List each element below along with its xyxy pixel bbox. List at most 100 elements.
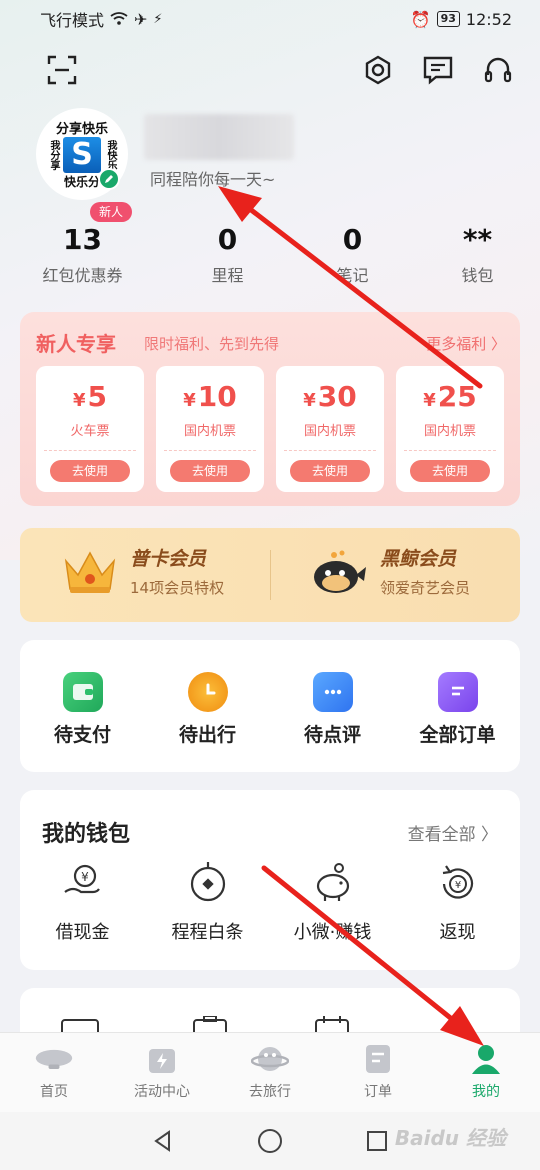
wallet-item-label: 小微·赚钱 [293,922,372,943]
wallet-earn-money[interactable]: 小微·赚钱 [270,860,395,944]
order-label: 待点评 [303,724,361,746]
coupon-card[interactable]: ¥25 国内机票 去使用 [396,366,504,492]
planet-icon [250,1041,290,1077]
tab-home[interactable]: 首页 [0,1033,108,1112]
coupon-card[interactable]: ¥5 火车票 去使用 [36,366,144,492]
id-card-icon [61,1019,99,1032]
avatar-text-right: 我快乐 [105,140,116,170]
stat-value: 13 [63,223,102,256]
coupon-currency: ¥ [183,390,196,411]
coupon-card[interactable]: ¥30 国内机票 去使用 [276,366,384,492]
wallet-view-all-link[interactable]: 查看全部 〉 [408,820,498,845]
alarm-icon: ⏰ [410,9,431,29]
message-icon[interactable] [420,52,456,88]
coin-icon [190,862,225,902]
wallet-baitiao[interactable]: 程程白条 [145,860,270,944]
cashback-icon: ¥ [442,865,473,899]
wifi-icon [110,12,128,25]
crown-icon [64,551,116,593]
use-coupon-button[interactable]: 去使用 [50,460,130,482]
luggage-icon [193,1016,227,1032]
use-coupon-button[interactable]: 去使用 [410,460,490,482]
profile-slogan: 同程陪你每一天~ [150,170,276,189]
tab-travel[interactable]: 去旅行 [216,1033,324,1112]
membership-divider [270,550,271,600]
airship-icon [34,1041,74,1077]
order-label: 待支付 [53,724,111,746]
battery-indicator: 93 [436,11,460,27]
tab-label: 首页 [40,1084,68,1100]
coupon-divider [44,450,136,451]
settings-icon[interactable] [360,52,396,88]
cash-hand-icon: ¥ [63,864,100,894]
order-pending-review[interactable]: 待点评 [270,640,395,772]
watermark-logo: Baidu 经验 [394,1126,506,1150]
tab-mine[interactable]: 我的 [432,1033,540,1112]
order-label: 全部订单 [419,724,496,746]
membership-subtitle: 14项会员特权 [130,579,225,597]
wallet-borrow-cash[interactable]: ¥ 借现金 [20,860,145,944]
avatar-text-top: 分享快乐 [55,122,108,137]
new-user-badge: 新人 [90,202,132,222]
edit-avatar-icon[interactable] [98,168,120,190]
order-all[interactable]: 全部订单 [395,640,520,772]
use-coupon-button[interactable]: 去使用 [290,460,370,482]
order-doc-icon [358,1041,398,1077]
signal-off-icon: ⚡ [153,11,163,27]
membership-subtitle: 领爱奇艺会员 [380,579,471,597]
membership-card: 普卡会员 14项会员特权 黑鲸会员 领爱奇艺会员 [20,528,520,622]
tab-activity-center[interactable]: 活动中心 [108,1033,216,1112]
wallet-card: 我的钱包 查看全部 〉 ¥ 借现金 程程白条 小微·赚钱 ¥ 返现 [20,790,520,970]
use-coupon-button[interactable]: 去使用 [170,460,250,482]
stat-wallet[interactable]: ** 钱包 [415,222,540,286]
coupon-amount: 10 [197,380,237,413]
wallet-item-label: 程程白条 [171,922,244,943]
tab-label: 我的 [472,1084,500,1100]
back-icon[interactable] [151,1129,175,1153]
coupon-type: 国内机票 [423,424,476,439]
scan-icon[interactable] [44,52,80,88]
wallet-item-label: 返现 [439,922,476,943]
tab-label: 活动中心 [134,1084,190,1100]
coupon-type: 火车票 [70,424,110,439]
order-pending-trip[interactable]: 待出行 [145,640,270,772]
order-pending-payment[interactable]: 待支付 [20,640,145,772]
newbie-title: 新人专享 [36,332,116,356]
coupon-divider [164,450,256,451]
wallet-cashback[interactable]: ¥ 返现 [395,860,520,944]
stat-notes[interactable]: 0 笔记 [290,222,415,286]
stat-value: 0 [217,223,238,256]
tab-orders[interactable]: 订单 [324,1033,432,1112]
wallet-item-label: 借现金 [55,922,110,943]
tab-label: 订单 [364,1084,392,1100]
coupon-type: 国内机票 [303,424,356,439]
orders-card: 待支付 待出行 待点评 全部订单 [20,640,520,772]
person-icon [466,1041,506,1077]
membership-black-whale[interactable]: 黑鲸会员 领爱奇艺会员 [308,544,470,598]
newbie-exclusive-card: 新人专享 限时福利、先到先得 更多福利 〉 ¥5 火车票 去使用 ¥10 国内机… [20,312,520,506]
airplane-mode-label: 飞行模式 [40,11,105,30]
coupon-card[interactable]: ¥10 国内机票 去使用 [156,366,264,492]
order-label: 待出行 [178,724,236,746]
membership-regular[interactable]: 普卡会员 14项会员特权 [60,544,224,598]
username-blurred[interactable] [144,114,294,160]
airplane-icon: ✈ [134,9,148,29]
coupon-amount: 5 [87,380,107,413]
svg-text:¥: ¥ [81,870,89,884]
clock-time: 12:52 [465,9,512,29]
wallet-icon [62,672,103,712]
tab-label: 去旅行 [249,1084,291,1100]
coupon-currency: ¥ [423,390,436,411]
stat-coupons[interactable]: 13 红包优惠券 [0,222,165,286]
stat-mileage[interactable]: 0 里程 [165,222,290,286]
clock-icon [187,672,228,712]
coupon-type: 国内机票 [183,424,236,439]
stat-value: 0 [342,223,363,256]
home-icon[interactable] [257,1128,283,1154]
svg-text:¥: ¥ [454,880,460,891]
more-benefits-link[interactable]: 更多福利 〉 [426,333,506,354]
status-bar: 飞行模式 ✈ ⚡ ⏰ 93 12:52 [0,0,540,38]
recent-apps-icon[interactable] [365,1129,389,1153]
chat-icon [312,672,353,712]
customer-service-icon[interactable] [480,52,516,88]
